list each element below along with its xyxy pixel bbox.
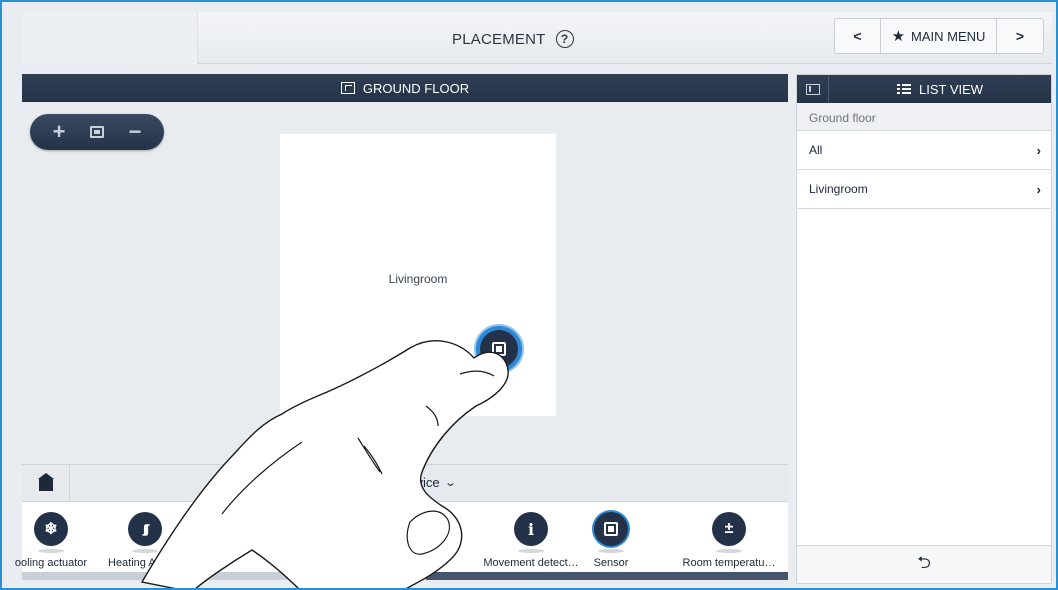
device-label: ooling actuator <box>14 557 88 569</box>
device-selector-bar: device ⌄ <box>22 464 788 502</box>
list-view-bar: LIST VIEW <box>797 75 1051 103</box>
app-window: PLACEMENT ? < ★ MAIN MENU > GROUND FLOOR… <box>0 0 1058 590</box>
room-label: Livingroom <box>388 272 448 286</box>
snowflake-icon: ❄ <box>34 512 68 546</box>
zoom-out-button[interactable]: − <box>120 117 150 147</box>
main-menu-label: MAIN MENU <box>911 28 986 44</box>
device-strip-scrollbar[interactable] <box>22 572 788 580</box>
list-item-livingroom[interactable]: Livingroom › <box>797 170 1051 209</box>
home-icon <box>37 473 54 491</box>
device-strip: ❄ ooling actuator ∫∫∫ Heating Ac i Movem… <box>15 502 788 574</box>
scrollbar-thumb[interactable] <box>426 572 788 580</box>
device-item-room-temperature[interactable]: ± Room temperatu… <box>674 512 784 569</box>
thermometer-icon: ± <box>712 512 746 546</box>
next-button[interactable]: > <box>997 19 1043 53</box>
floor-title-bar: GROUND FLOOR <box>22 74 788 102</box>
sensor-icon <box>604 522 618 536</box>
home-button[interactable] <box>22 465 70 501</box>
page-title: PLACEMENT <box>452 30 546 48</box>
navigation-group: < ★ MAIN MENU > <box>834 18 1044 54</box>
floor-plan-icon <box>340 82 355 94</box>
previous-button[interactable]: < <box>835 19 881 53</box>
movement-detector-icon: i <box>514 512 548 546</box>
device-item-sensor[interactable]: Sensor <box>556 512 666 569</box>
back-button[interactable]: ⮌ <box>797 545 1051 583</box>
chevron-right-icon: › <box>1036 142 1041 158</box>
panel-toggle-icon <box>805 83 820 95</box>
device-item-heating-actuator[interactable]: ∫∫∫ Heating Ac <box>90 512 200 569</box>
chevron-down-icon: ⌄ <box>443 477 457 489</box>
device-type-dropdown[interactable]: device ⌄ <box>402 475 457 490</box>
placed-device-inner <box>480 330 518 368</box>
list-item-all[interactable]: All › <box>797 131 1051 170</box>
device-shadow <box>716 549 742 553</box>
floor-title: GROUND FLOOR <box>362 80 470 96</box>
device-shadow <box>38 549 64 553</box>
header-left-panel <box>22 12 198 64</box>
list-view-title-group: LIST VIEW <box>897 82 983 97</box>
device-shadow <box>518 549 544 553</box>
device-shadow <box>598 549 624 553</box>
fit-to-screen-button[interactable] <box>82 117 112 147</box>
heating-icon: ∫∫∫ <box>128 512 162 546</box>
fit-screen-icon <box>90 126 104 138</box>
list-icon <box>897 84 911 95</box>
star-icon: ★ <box>891 28 906 45</box>
collapse-panel-button[interactable] <box>797 75 829 103</box>
list-view-panel: LIST VIEW Ground floor All › Livingroom … <box>796 74 1052 584</box>
device-label: Heating Ac <box>108 557 162 569</box>
list-section-header: Ground floor <box>797 103 1051 131</box>
zoom-in-button[interactable]: + <box>44 117 74 147</box>
room-livingroom[interactable]: Livingroom <box>280 134 556 416</box>
help-icon[interactable]: ? <box>555 30 574 48</box>
main-menu-button[interactable]: ★ MAIN MENU <box>881 19 997 53</box>
zoom-controls: + − <box>30 114 164 150</box>
chevron-right-icon: › <box>1036 181 1041 197</box>
device-dropdown-label: device <box>402 475 440 490</box>
header-bar: PLACEMENT ? < ★ MAIN MENU > <box>22 12 1052 64</box>
page-title-group: PLACEMENT ? <box>452 28 574 50</box>
device-shadow <box>132 549 158 553</box>
device-label: Room temperatu… <box>682 557 776 569</box>
placed-sensor-device[interactable] <box>476 326 522 372</box>
back-arrow-icon: ⮌ <box>917 553 931 572</box>
floor-plan-panel: GROUND FLOOR + − Livingroom device ⌄ ❄ o… <box>15 74 788 582</box>
sensor-device-button <box>594 512 628 546</box>
device-label: Sensor <box>593 557 629 569</box>
list-view-title: LIST VIEW <box>919 82 984 97</box>
list-item-label: All <box>809 143 823 157</box>
list-item-label: Livingroom <box>809 182 868 196</box>
sensor-icon <box>492 342 506 356</box>
